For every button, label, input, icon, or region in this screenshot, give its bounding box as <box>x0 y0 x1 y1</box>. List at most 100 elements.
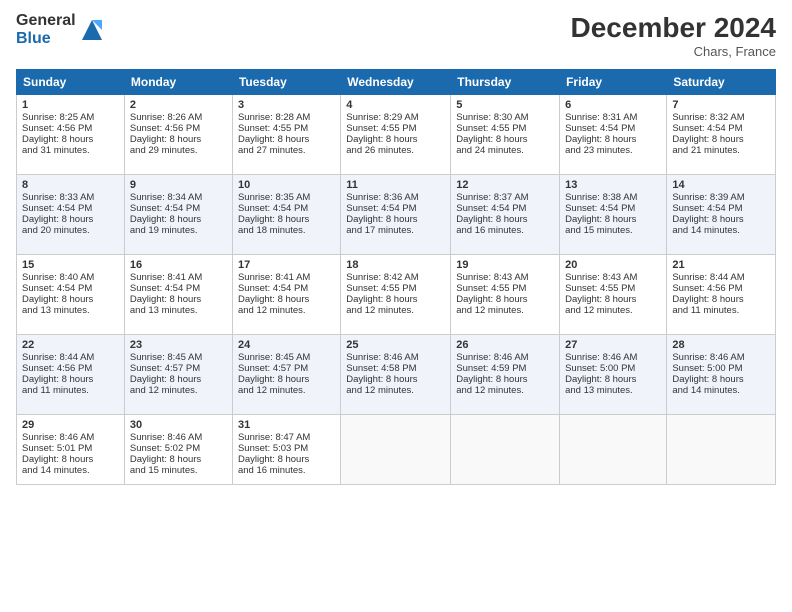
day-info: Sunrise: 8:25 AM <box>22 112 119 123</box>
day-info: Sunset: 4:54 PM <box>565 123 661 134</box>
day-info: Sunset: 4:54 PM <box>130 283 227 294</box>
day-info: Sunset: 4:56 PM <box>22 123 119 134</box>
day-info: Sunrise: 8:47 AM <box>238 432 335 443</box>
day-number: 1 <box>22 99 119 111</box>
day-info: Sunset: 5:00 PM <box>565 363 661 374</box>
day-info: and 17 minutes. <box>346 225 445 236</box>
day-number: 20 <box>565 259 661 271</box>
table-row: 27Sunrise: 8:46 AMSunset: 5:00 PMDayligh… <box>560 335 667 415</box>
day-number: 12 <box>456 179 554 191</box>
calendar-header-row: Sunday Monday Tuesday Wednesday Thursday… <box>17 70 776 95</box>
day-info: and 19 minutes. <box>130 225 227 236</box>
day-number: 31 <box>238 419 335 431</box>
day-info: and 13 minutes. <box>22 305 119 316</box>
day-info: Daylight: 8 hours <box>22 294 119 305</box>
table-row: 24Sunrise: 8:45 AMSunset: 4:57 PMDayligh… <box>232 335 340 415</box>
day-info: Sunrise: 8:41 AM <box>238 272 335 283</box>
logo: General Blue <box>16 12 106 47</box>
day-info: Sunrise: 8:29 AM <box>346 112 445 123</box>
day-info: Sunset: 4:55 PM <box>456 283 554 294</box>
day-number: 16 <box>130 259 227 271</box>
day-info: Sunrise: 8:44 AM <box>22 352 119 363</box>
day-number: 25 <box>346 339 445 351</box>
day-info: Sunset: 4:55 PM <box>565 283 661 294</box>
table-row: 19Sunrise: 8:43 AMSunset: 4:55 PMDayligh… <box>451 255 560 335</box>
col-sunday: Sunday <box>17 70 125 95</box>
table-row: 3Sunrise: 8:28 AMSunset: 4:55 PMDaylight… <box>232 95 340 175</box>
day-info: Sunrise: 8:42 AM <box>346 272 445 283</box>
day-info: and 23 minutes. <box>565 145 661 156</box>
day-number: 21 <box>672 259 770 271</box>
table-row: 11Sunrise: 8:36 AMSunset: 4:54 PMDayligh… <box>341 175 451 255</box>
day-info: Sunrise: 8:46 AM <box>130 432 227 443</box>
day-info: Sunrise: 8:40 AM <box>22 272 119 283</box>
day-info: and 12 minutes. <box>346 305 445 316</box>
table-row: 4Sunrise: 8:29 AMSunset: 4:55 PMDaylight… <box>341 95 451 175</box>
day-number: 27 <box>565 339 661 351</box>
day-number: 28 <box>672 339 770 351</box>
day-info: and 15 minutes. <box>130 465 227 476</box>
day-info: and 16 minutes. <box>456 225 554 236</box>
day-info: Sunrise: 8:30 AM <box>456 112 554 123</box>
day-info: Sunset: 5:00 PM <box>672 363 770 374</box>
day-number: 15 <box>22 259 119 271</box>
month-title: December 2024 <box>571 12 776 44</box>
day-info: and 18 minutes. <box>238 225 335 236</box>
day-number: 4 <box>346 99 445 111</box>
day-info: Sunrise: 8:46 AM <box>456 352 554 363</box>
day-info: and 27 minutes. <box>238 145 335 156</box>
day-info: Daylight: 8 hours <box>456 374 554 385</box>
day-number: 29 <box>22 419 119 431</box>
day-info: and 16 minutes. <box>238 465 335 476</box>
table-row: 5Sunrise: 8:30 AMSunset: 4:55 PMDaylight… <box>451 95 560 175</box>
day-info: Sunrise: 8:46 AM <box>22 432 119 443</box>
day-info: and 12 minutes. <box>565 305 661 316</box>
day-info: and 14 minutes. <box>22 465 119 476</box>
day-number: 17 <box>238 259 335 271</box>
day-info: Daylight: 8 hours <box>238 214 335 225</box>
day-number: 5 <box>456 99 554 111</box>
day-number: 7 <box>672 99 770 111</box>
day-info: Sunset: 4:55 PM <box>346 123 445 134</box>
header: General Blue December 2024 Chars, France <box>16 12 776 59</box>
day-info: Sunrise: 8:41 AM <box>130 272 227 283</box>
day-info: Sunrise: 8:36 AM <box>346 192 445 203</box>
day-info: and 12 minutes. <box>456 305 554 316</box>
day-info: Sunset: 4:56 PM <box>672 283 770 294</box>
day-info: and 12 minutes. <box>130 385 227 396</box>
day-info: Daylight: 8 hours <box>456 214 554 225</box>
day-info: Sunrise: 8:31 AM <box>565 112 661 123</box>
table-row: 20Sunrise: 8:43 AMSunset: 4:55 PMDayligh… <box>560 255 667 335</box>
day-info: Daylight: 8 hours <box>238 454 335 465</box>
day-info: Sunrise: 8:28 AM <box>238 112 335 123</box>
day-info: Sunrise: 8:33 AM <box>22 192 119 203</box>
table-row: 21Sunrise: 8:44 AMSunset: 4:56 PMDayligh… <box>667 255 776 335</box>
day-info: Daylight: 8 hours <box>238 134 335 145</box>
day-info: Sunset: 4:57 PM <box>130 363 227 374</box>
day-info: Daylight: 8 hours <box>672 294 770 305</box>
day-info: Daylight: 8 hours <box>456 134 554 145</box>
day-info: and 20 minutes. <box>22 225 119 236</box>
day-info: Daylight: 8 hours <box>672 374 770 385</box>
day-info: Sunset: 5:03 PM <box>238 443 335 454</box>
day-number: 19 <box>456 259 554 271</box>
day-info: Sunset: 4:54 PM <box>672 123 770 134</box>
day-info: and 12 minutes. <box>346 385 445 396</box>
table-row: 25Sunrise: 8:46 AMSunset: 4:58 PMDayligh… <box>341 335 451 415</box>
calendar-table: Sunday Monday Tuesday Wednesday Thursday… <box>16 69 776 485</box>
col-monday: Monday <box>124 70 232 95</box>
day-info: Daylight: 8 hours <box>22 454 119 465</box>
day-info: and 29 minutes. <box>130 145 227 156</box>
table-row: 14Sunrise: 8:39 AMSunset: 4:54 PMDayligh… <box>667 175 776 255</box>
day-info: Daylight: 8 hours <box>346 294 445 305</box>
logo-general: General <box>16 12 76 30</box>
table-row: 17Sunrise: 8:41 AMSunset: 4:54 PMDayligh… <box>232 255 340 335</box>
day-info: Sunrise: 8:32 AM <box>672 112 770 123</box>
logo-text: General Blue <box>16 12 76 47</box>
day-info: Sunrise: 8:37 AM <box>456 192 554 203</box>
day-info: Daylight: 8 hours <box>130 214 227 225</box>
day-info: Sunset: 4:54 PM <box>22 283 119 294</box>
title-block: December 2024 Chars, France <box>571 12 776 59</box>
day-info: Daylight: 8 hours <box>130 374 227 385</box>
day-info: Sunset: 4:54 PM <box>130 203 227 214</box>
